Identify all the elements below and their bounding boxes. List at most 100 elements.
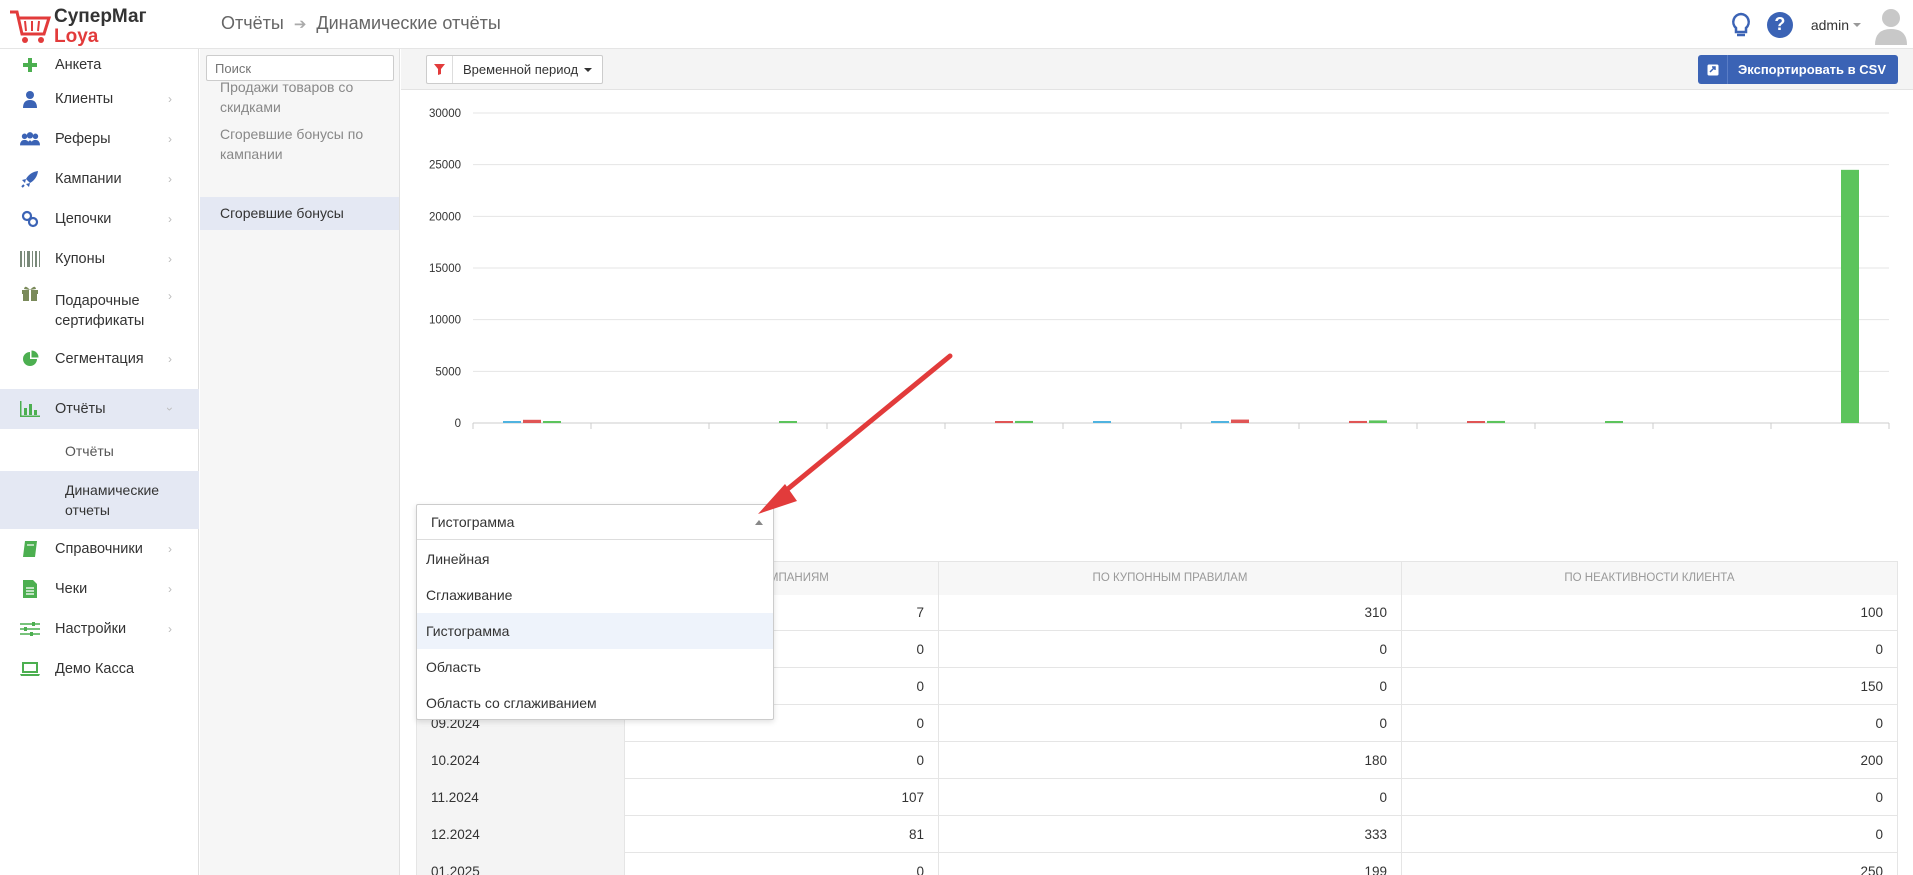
filter-icon [427,56,453,83]
chart-type-selected-label: Гистограмма [431,514,515,530]
sidebar-item-settings[interactable]: Настройки › [0,609,199,649]
user-menu[interactable]: admin [1811,17,1861,33]
table-cell-value: 107 [624,779,938,816]
table-cell-value: 0 [1401,779,1898,816]
chevron-right-icon: › [168,622,172,636]
table-cell-value: 250 [1401,853,1898,875]
report-item-discount-sales[interactable]: Продажи товаров со скидками [200,77,399,125]
bar [503,421,521,423]
sidebar-item-chains[interactable]: Цепочки › [0,199,199,239]
report-item-burned-bonuses-campaign[interactable]: Сгоревшие бонусы по кампании [200,124,399,172]
y-tick-label: 15000 [429,263,461,275]
table-cell-value: 0 [938,631,1401,668]
period-filter-button[interactable]: Временной период [426,55,604,84]
chart-type-selected[interactable]: Гистограмма [417,505,773,540]
table-cell-value: 81 [624,816,938,853]
chevron-right-icon: › [168,252,172,266]
table-row: 10.2024 0 180 200 [416,742,1898,779]
sidebar-item-label: Реферы [55,131,111,147]
app-logo[interactable]: СуперМаг Loya [8,4,198,47]
sidebar-item-survey[interactable]: Анкета [0,49,199,81]
y-tick-label: 25000 [429,160,461,172]
sidebar-item-referrers[interactable]: Реферы › [0,119,199,159]
gift-icon [20,283,40,303]
table-row: 11.2024 107 0 0 [416,779,1898,816]
bar [1211,421,1229,423]
table-cell-value: 333 [938,816,1401,853]
bar-chart-icon [20,399,40,419]
avatar[interactable] [1873,5,1909,45]
y-tick-label: 20000 [429,211,461,223]
chevron-down-icon [1853,22,1861,27]
table-cell-value: 0 [624,853,938,875]
bar [1093,421,1111,423]
bar [1605,421,1623,423]
chevron-right-icon: › [168,212,172,226]
table-cell-value: 0 [938,779,1401,816]
lightbulb-icon[interactable] [1727,11,1755,39]
chart-type-option-area-smooth[interactable]: Область со сглаживанием [417,685,773,721]
y-tick-label: 0 [455,418,461,430]
chart-type-option-histogram[interactable]: Гистограмма [417,613,773,649]
table-cell-value: 200 [1401,742,1898,779]
chevron-down-icon: › [163,407,177,411]
table-cell-value: 0 [624,742,938,779]
table-cell-value: 0 [1401,631,1898,668]
bar [1349,420,1367,423]
table-cell-value: 0 [938,705,1401,742]
chart-type-option-line[interactable]: Линейная [417,541,773,577]
y-tick-label: 30000 [429,108,461,120]
table-cell-value: 0 [1401,705,1898,742]
chevron-right-icon: › [168,289,172,303]
sidebar-item-label: Кампании [55,171,122,187]
sidebar-item-receipts[interactable]: Чеки › [0,569,199,609]
pie-icon [20,349,40,369]
sidebar-item-segmentation[interactable]: Сегментация › [0,339,199,379]
sidebar-item-gift-certificates[interactable]: Подарочные сертификаты › [0,279,199,339]
chart-type-option-smooth[interactable]: Сглаживание [417,577,773,613]
sidebar-item-demo-pos[interactable]: Демо Касса [0,649,199,689]
column-header[interactable]: ПО НЕАКТИВНОСТИ КЛИЕНТА [1401,562,1898,595]
export-csv-button[interactable]: Экспортировать в CSV [1698,55,1898,84]
chart-type-option-area[interactable]: Область [417,649,773,685]
sidebar-subitem-dynamic-reports[interactable]: Динамические отчеты [0,471,199,529]
table-cell-value: 100 [1401,594,1898,631]
sidebar-item-label: Цепочки [55,211,112,227]
sidebar-item-clients[interactable]: Клиенты › [0,79,199,119]
breadcrumb-dynamic-reports: Динамические отчёты [316,13,501,33]
rocket-icon [20,169,40,189]
bar [1231,419,1249,423]
sidebar-item-label: Клиенты [55,91,114,107]
book-icon [20,539,40,559]
chart-type-select[interactable]: Гистограмма Линейная Сглаживание Гистогр… [416,504,774,720]
laptop-icon [20,659,40,679]
help-icon[interactable]: ? [1766,11,1793,38]
table-cell-value: 199 [938,853,1401,875]
barcode-icon [20,249,40,269]
table-cell-value: 150 [1401,668,1898,705]
export-csv-label: Экспортировать в CSV [1738,62,1886,77]
user-icon [20,89,40,109]
sidebar-item-label: Анкета [55,57,102,73]
table-cell-period: 01.2025 [416,853,624,875]
sidebar-item-reports[interactable]: Отчёты › [0,389,199,429]
table-cell-value: 0 [938,668,1401,705]
sidebar-item-campaigns[interactable]: Кампании › [0,159,199,199]
sidebar-item-directories[interactable]: Справочники › [0,529,199,569]
sidebar-item-coupons[interactable]: Купоны › [0,239,199,279]
sidebar-subitem-reports[interactable]: Отчёты [0,431,199,471]
report-item-burned-bonuses[interactable]: Сгоревшие бонусы [200,197,399,230]
plus-icon [20,55,40,75]
cart-icon [10,10,52,43]
chevron-right-icon: › [168,132,172,146]
bar [779,421,797,423]
column-header[interactable]: ПО КУПОННЫМ ПРАВИЛАМ [938,562,1401,595]
chevron-right-icon: › [168,172,172,186]
bar [1841,169,1859,423]
table-cell-value: 180 [938,742,1401,779]
sidebar-item-label: Чеки [55,581,88,597]
report-item-label: Сгоревшие бонусы [220,205,344,221]
bar [995,421,1013,423]
bar [523,419,541,423]
breadcrumb-reports[interactable]: Отчёты [221,13,284,34]
